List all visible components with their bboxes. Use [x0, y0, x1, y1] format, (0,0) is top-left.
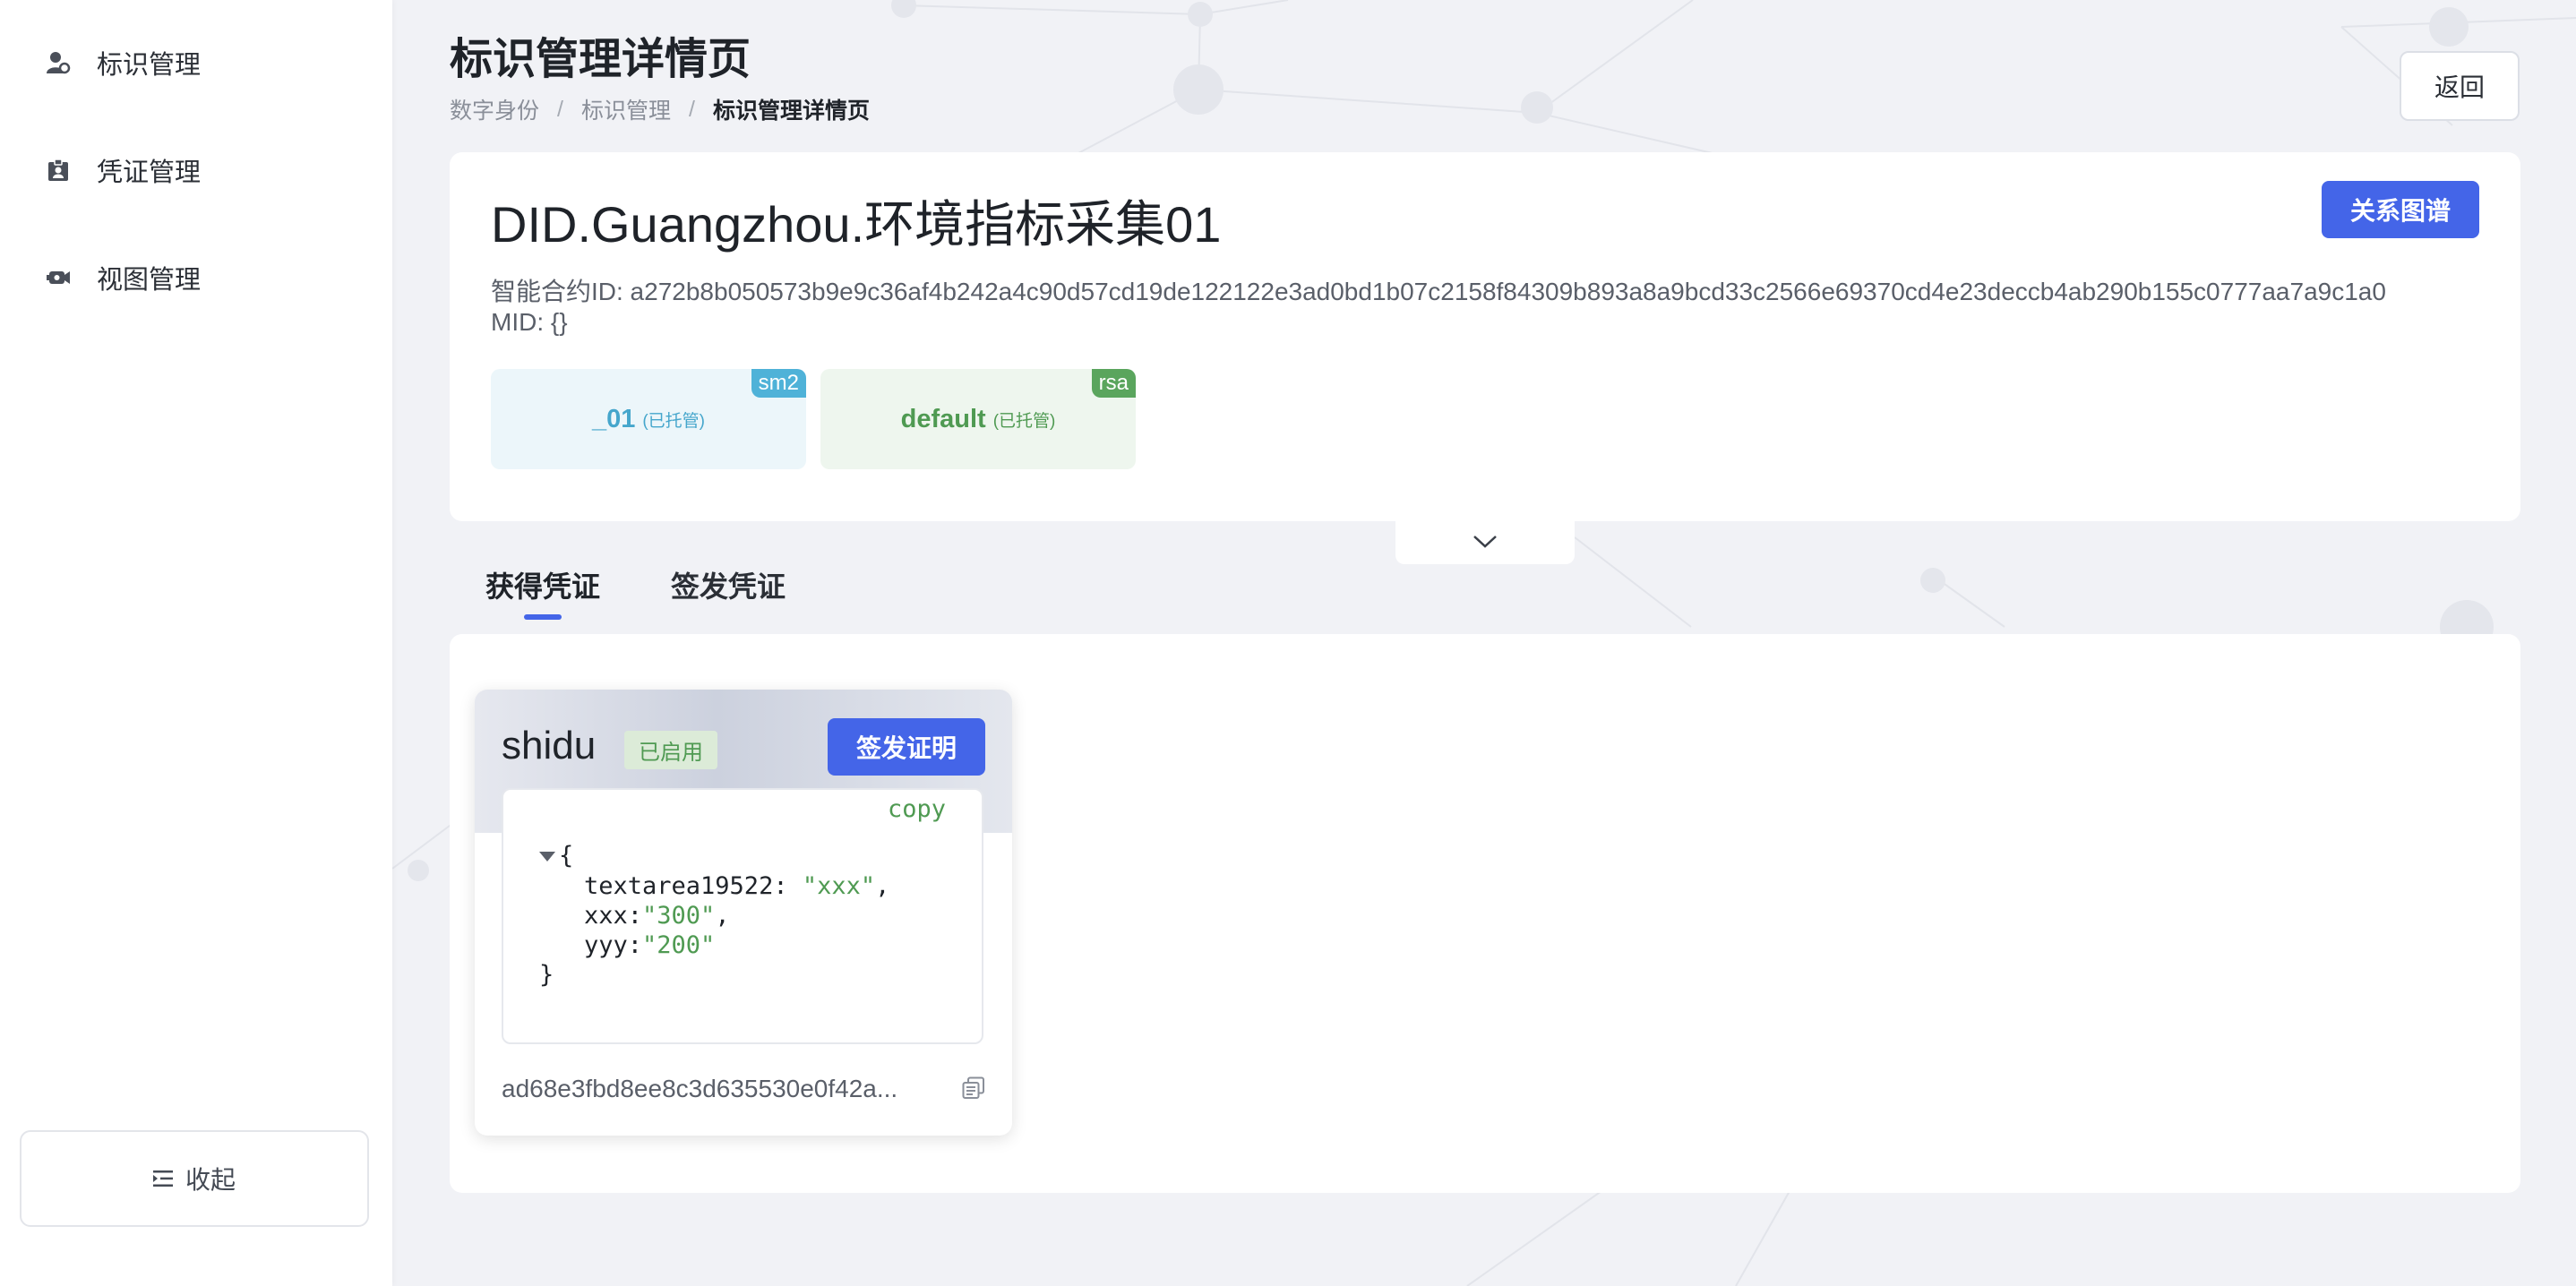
- json-field: xxx:"300",: [584, 902, 730, 930]
- sidebar-item-view-management[interactable]: 视图管理: [45, 251, 201, 304]
- collapse-label: 收起: [185, 1166, 236, 1194]
- key-algorithm-badge: rsa: [1091, 369, 1136, 398]
- breadcrumb-link-identity-management[interactable]: 标识管理: [581, 93, 671, 125]
- camera-icon: [45, 264, 72, 291]
- expand-toggle[interactable]: [1395, 519, 1575, 564]
- key-chip-rsa[interactable]: default (已托管) rsa: [820, 369, 1136, 469]
- json-close-brace: }: [539, 961, 554, 989]
- sidebar-item-label: 视图管理: [97, 266, 202, 295]
- sidebar-item-identity-management[interactable]: 标识管理: [45, 36, 201, 90]
- json-key: yyy:: [584, 931, 643, 959]
- status-badge: 已启用: [624, 731, 717, 769]
- sidebar: 标识管理 凭证管理 视图管理 收起: [0, 0, 392, 1286]
- mid-value: MID: {}: [491, 308, 568, 336]
- key-custody-note: (已托管): [992, 411, 1056, 431]
- back-button[interactable]: 返回: [2400, 51, 2520, 121]
- credential-hash: ad68e3fbd8ee8c3d635530e0f42a...: [502, 1075, 898, 1102]
- did-title: DID.Guangzhou.环境指标采集01: [491, 196, 1222, 253]
- chevron-down-icon: [1473, 536, 1497, 548]
- breadcrumb-separator: /: [688, 96, 695, 122]
- issue-proof-button[interactable]: 签发证明: [828, 718, 985, 776]
- id-card-icon: [45, 157, 72, 184]
- tab-issued-credentials[interactable]: 签发凭证: [671, 564, 786, 605]
- tab-received-credentials[interactable]: 获得凭证: [485, 564, 600, 605]
- credential-name: shidu: [502, 724, 597, 767]
- json-key: xxx:: [584, 902, 643, 930]
- json-key: textarea19522:: [584, 872, 788, 900]
- key-algorithm-badge: sm2: [751, 369, 806, 398]
- active-tab-indicator: [524, 614, 562, 620]
- key-name: default: [900, 404, 986, 433]
- copy-json-link[interactable]: copy: [888, 795, 946, 823]
- smart-contract-id: 智能合约ID: a272b8b050573b9e9c36af4b242a4c90…: [491, 278, 2386, 305]
- identity-detail-card: DID.Guangzhou.环境指标采集01 关系图谱 智能合约ID: a272…: [450, 152, 2520, 521]
- page-title: 标识管理详情页: [450, 36, 751, 83]
- json-open-brace: {: [559, 842, 574, 870]
- sidebar-item-label: 标识管理: [97, 51, 202, 80]
- credential-card: shidu 已启用 签发证明 copy { textarea19522: "xx…: [475, 690, 1012, 1136]
- json-value: "200": [642, 931, 716, 959]
- breadcrumb-current: 标识管理详情页: [712, 99, 870, 124]
- key-chip-sm2[interactable]: _01 (已托管) sm2: [491, 369, 806, 469]
- user-shield-icon: [45, 49, 72, 76]
- breadcrumb-separator: /: [557, 96, 563, 122]
- key-name: _01: [591, 404, 636, 433]
- sidebar-item-credential-management[interactable]: 凭证管理: [45, 143, 201, 197]
- json-field: textarea19522: "xxx",: [584, 872, 889, 900]
- menu-fold-icon: [152, 1170, 173, 1187]
- copy-icon[interactable]: [962, 1076, 985, 1100]
- breadcrumb: 数字身份 / 标识管理 / 标识管理详情页: [450, 93, 870, 125]
- collapse-sidebar-button[interactable]: 收起: [20, 1130, 369, 1227]
- caret-down-icon[interactable]: [539, 852, 555, 862]
- json-comma: ,: [875, 872, 890, 900]
- sidebar-item-label: 凭证管理: [97, 159, 202, 187]
- breadcrumb-link-digital-identity[interactable]: 数字身份: [450, 93, 539, 125]
- json-viewer: copy { textarea19522: "xxx", xxx:"300", …: [502, 788, 983, 1044]
- key-custody-note: (已托管): [642, 411, 706, 431]
- relationship-graph-button[interactable]: 关系图谱: [2322, 181, 2479, 238]
- json-value: "xxx": [802, 872, 876, 900]
- json-field: yyy:"200": [584, 931, 715, 959]
- json-comma: ,: [715, 902, 730, 930]
- json-value: "300": [642, 902, 716, 930]
